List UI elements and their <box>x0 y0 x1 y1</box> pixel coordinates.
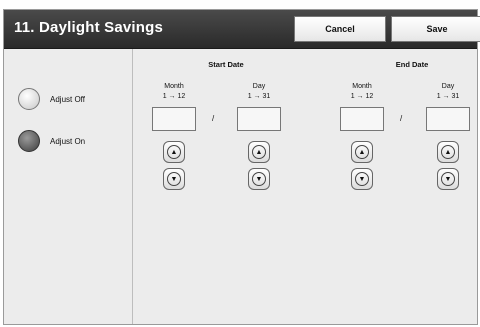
adjust-options-panel: Adjust Off Adjust On <box>4 49 133 324</box>
end-day-down-button[interactable]: ▼ <box>437 168 459 190</box>
adjust-off-radio[interactable] <box>18 88 40 110</box>
end-month-field[interactable] <box>340 107 384 131</box>
end-month-label: Month 1 → 12 <box>350 83 374 100</box>
save-button[interactable]: Save <box>391 16 480 42</box>
start-month-up-button[interactable]: ▲ <box>163 141 185 163</box>
start-month-down-button[interactable]: ▼ <box>163 168 185 190</box>
title-bar: 11. Daylight Savings Cancel Save <box>4 10 480 49</box>
end-date-title: End Date <box>395 60 429 69</box>
adjust-off-option[interactable]: Adjust Off <box>18 88 85 110</box>
cancel-button[interactable]: Cancel <box>294 16 386 42</box>
start-month-label: Month 1 → 12 <box>162 83 186 100</box>
adjust-on-option[interactable]: Adjust On <box>18 130 85 152</box>
end-day-up-button[interactable]: ▲ <box>437 141 459 163</box>
arrow-down-icon: ▼ <box>252 172 266 186</box>
start-month-field[interactable] <box>152 107 196 131</box>
start-day-label: Day 1 → 31 <box>247 83 271 100</box>
arrow-up-icon: ▲ <box>355 145 369 159</box>
arrow-down-icon: ▼ <box>441 172 455 186</box>
adjust-on-radio[interactable] <box>18 130 40 152</box>
start-day-down-button[interactable]: ▼ <box>248 168 270 190</box>
page-title: 11. Daylight Savings <box>14 19 164 36</box>
arrow-up-icon: ▲ <box>441 145 455 159</box>
arrow-down-icon: ▼ <box>167 172 181 186</box>
start-date-title: Start Date <box>208 60 244 69</box>
end-month-up-button[interactable]: ▲ <box>351 141 373 163</box>
arrow-down-icon: ▼ <box>355 172 369 186</box>
end-month-down-button[interactable]: ▼ <box>351 168 373 190</box>
arrow-up-icon: ▲ <box>167 145 181 159</box>
adjust-on-label: Adjust On <box>50 136 86 146</box>
arrow-up-icon: ▲ <box>252 145 266 159</box>
start-date-separator: / <box>212 114 215 123</box>
daylight-savings-screen: 11. Daylight Savings Cancel Save Adjust … <box>3 9 480 325</box>
end-date-separator: / <box>400 114 403 123</box>
end-day-field[interactable] <box>426 107 470 131</box>
start-day-field[interactable] <box>237 107 281 131</box>
start-day-up-button[interactable]: ▲ <box>248 141 270 163</box>
adjust-off-label: Adjust Off <box>50 94 85 104</box>
end-day-label: Day 1 → 31 <box>436 83 460 100</box>
